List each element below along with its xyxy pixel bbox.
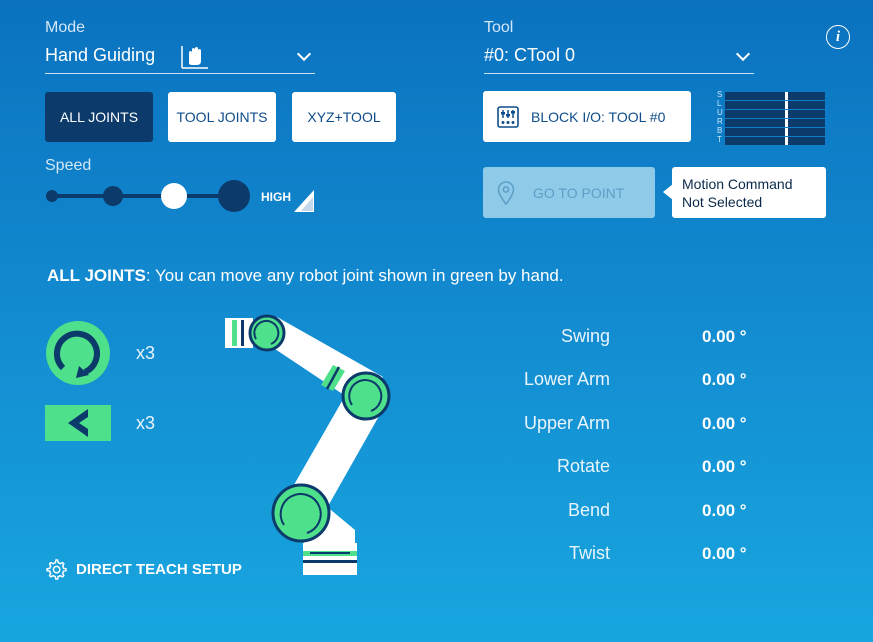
direct-teach-setup-link[interactable]: DIRECT TEACH SETUP [45,557,242,581]
joint-name: Rotate [556,456,610,477]
axis-bar [725,92,825,100]
axis-row-t: T [713,135,827,145]
all-joints-button[interactable]: ALL JOINTS [45,92,153,142]
axis-position-marker [785,101,788,109]
chevron-down-icon [735,46,751,62]
joint-name: Swing [560,326,610,346]
axis-row-l: L [713,99,827,109]
joint-name: Upper Arm [523,412,610,433]
robot-arm-diagram [225,314,391,575]
axis-bar [725,137,825,145]
motion-command-tooltip: Motion Command Not Selected [672,167,826,218]
joint-values-panel: Swing 0.00 ° Lower Arm 0.00 ° Upper Arm 0.00 … [470,326,800,576]
axis-row-r: R [713,117,827,127]
direct-teach-setup-label: DIRECT TEACH SETUP [76,560,242,578]
axis-position-marker [785,128,788,136]
joint-name: Twist [568,543,610,563]
xyz-tool-button[interactable]: XYZ+TOOL [292,92,396,142]
tooltip-line-1: Motion Command [682,176,793,192]
axis-position-marker [785,119,788,127]
info-icon[interactable]: i [826,25,850,49]
axis-letter: U [717,108,723,117]
joint-value: 0.00 ° [702,327,747,346]
joint-value: 0.00 ° [702,370,747,390]
speed-label: Speed [45,157,92,174]
joint-value: 0.00 ° [702,457,747,477]
speed-slider[interactable] [45,178,255,214]
instruction-rest: : You can move any robot joint shown in … [145,266,564,285]
axis-bar [725,110,825,118]
joint-row: Twist 0.00 ° [470,543,800,567]
axis-position-marker [785,110,788,118]
axis-position-marker [785,92,788,100]
axis-bar [725,119,825,127]
joint-row: Rotate 0.00 ° [470,456,800,480]
axis-row-s: S [713,90,827,100]
joint-row: Swing 0.00 ° [470,326,800,350]
axis-bar [725,101,825,109]
axis-position-meter: SLURBT [713,90,827,148]
speed-slider-track [46,180,250,212]
axis-row-u: U [713,108,827,118]
axis-letter: T [717,135,722,144]
axis-letter: R [717,117,723,126]
axis-position-marker [785,137,788,145]
chevron-down-icon [296,46,312,62]
rotary-joint-count: x3 [136,343,156,363]
joint-row: Bend 0.00 ° [470,500,800,524]
axis-letter: S [717,90,723,99]
axis-letter: B [717,126,723,135]
instruction-text: ALL JOINTS: You can move any robot joint… [47,266,564,286]
linear-joint-icon [45,405,111,441]
instruction-bold: ALL JOINTS [47,266,146,285]
joint-name: Lower Arm [523,369,610,390]
block-io-label: BLOCK I/O: TOOL #0 [531,108,666,125]
hand-guiding-icon [181,46,208,69]
speed-high-icon [294,190,314,212]
block-io-button[interactable]: BLOCK I/O: TOOL #0 [483,91,691,142]
speed-high-label: HIGH [261,190,291,204]
mode-value: Hand Guiding [45,45,156,65]
tool-dropdown[interactable]: #0: CTool 0 [484,40,754,74]
rotary-joint-icon [46,321,110,385]
go-to-point-button[interactable]: GO TO POINT [483,167,655,218]
axis-letter: L [717,99,722,108]
io-panel-icon [497,105,519,128]
joint-value: 0.00 ° [702,500,747,520]
joint-row: Upper Arm 0.00 ° [470,413,800,437]
axis-row-b: B [713,126,827,136]
mode-dropdown[interactable]: Hand Guiding [45,40,315,74]
tool-label: Tool [484,19,514,36]
gear-icon [46,559,67,580]
linear-joint-count: x3 [136,413,156,433]
joint-value: 0.00 ° [702,544,747,563]
tool-joints-button[interactable]: TOOL JOINTS [168,92,276,142]
mode-label: Mode [45,19,86,36]
location-pin-icon [497,180,515,205]
joint-name: Bend [567,499,610,520]
joint-value: 0.00 ° [702,413,747,433]
axis-bar [725,128,825,136]
joint-row: Lower Arm 0.00 ° [470,369,800,393]
tooltip-line-2: Not Selected [682,194,763,210]
go-to-point-label: GO TO POINT [533,184,625,201]
tool-value: #0: CTool 0 [484,45,576,65]
